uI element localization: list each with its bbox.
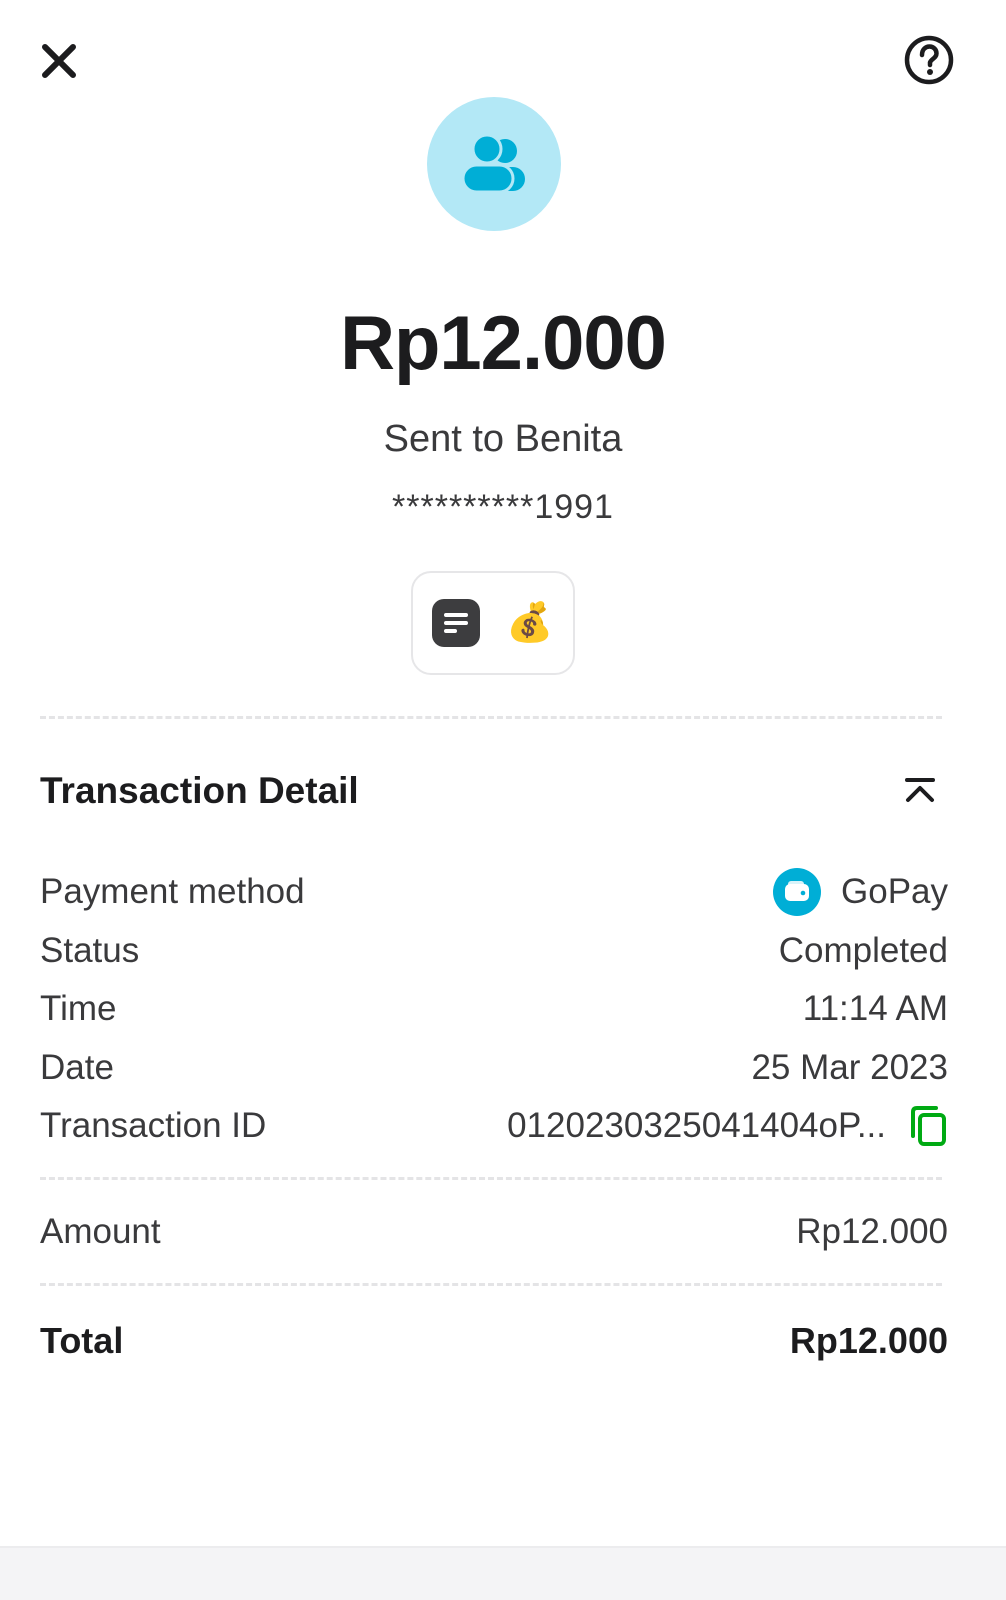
total-label: Total: [40, 1320, 124, 1361]
date-label: Date: [40, 1048, 114, 1087]
status-value: Completed: [778, 931, 948, 970]
status-label: Status: [40, 931, 140, 970]
money-bag-emoji: 💰: [506, 602, 554, 644]
close-button[interactable]: [36, 38, 82, 84]
amount-row: Amount Rp12.000: [40, 1207, 948, 1257]
total-row: Total Rp12.000: [40, 1316, 948, 1366]
divider: [40, 1283, 942, 1286]
payment-method-value: GoPay: [841, 872, 948, 911]
transaction-id-value-group: 0120230325041404oP...: [507, 1104, 948, 1148]
time-value: 11:14 AM: [802, 989, 948, 1028]
payment-method-value-group: GoPay: [773, 868, 948, 916]
copy-icon[interactable]: [908, 1104, 948, 1148]
note-icon: [432, 599, 481, 647]
recipient-account-number: **********1991: [392, 488, 614, 526]
close-icon: [42, 44, 76, 78]
transaction-id-label: Transaction ID: [40, 1106, 267, 1145]
collapse-button[interactable]: [900, 774, 940, 810]
transaction-detail-page: Rp12.000 Sent to Benita **********1991 💰…: [0, 0, 1006, 1600]
status-row: Status Completed: [40, 926, 948, 976]
transfer-amount: Rp12.000: [340, 301, 667, 386]
recipient-name: Sent to Benita: [383, 418, 623, 460]
transfer-note[interactable]: 💰: [411, 571, 575, 675]
payment-method-row: Payment method GoPay: [40, 867, 948, 917]
wallet-icon: [773, 868, 821, 916]
people-icon: [461, 134, 525, 194]
help-circle-icon: [904, 35, 954, 85]
transaction-id-row: Transaction ID 0120230325041404oP...: [40, 1101, 948, 1151]
time-row: Time 11:14 AM: [40, 984, 948, 1034]
total-value: Rp12.000: [789, 1320, 948, 1361]
date-value: 25 Mar 2023: [751, 1048, 948, 1087]
divider: [40, 716, 942, 719]
payment-method-label: Payment method: [40, 872, 305, 911]
divider: [40, 1177, 942, 1180]
recipient-avatar: [427, 97, 561, 231]
section-title: Transaction Detail: [40, 770, 359, 811]
transaction-id-value: 0120230325041404oP...: [507, 1106, 886, 1145]
bottom-bar: [0, 1546, 1006, 1600]
help-button[interactable]: [903, 34, 955, 86]
time-label: Time: [40, 989, 117, 1028]
amount-value: Rp12.000: [796, 1212, 948, 1251]
date-row: Date 25 Mar 2023: [40, 1043, 948, 1093]
collapse-up-icon: [905, 778, 935, 802]
amount-label: Amount: [40, 1212, 161, 1251]
